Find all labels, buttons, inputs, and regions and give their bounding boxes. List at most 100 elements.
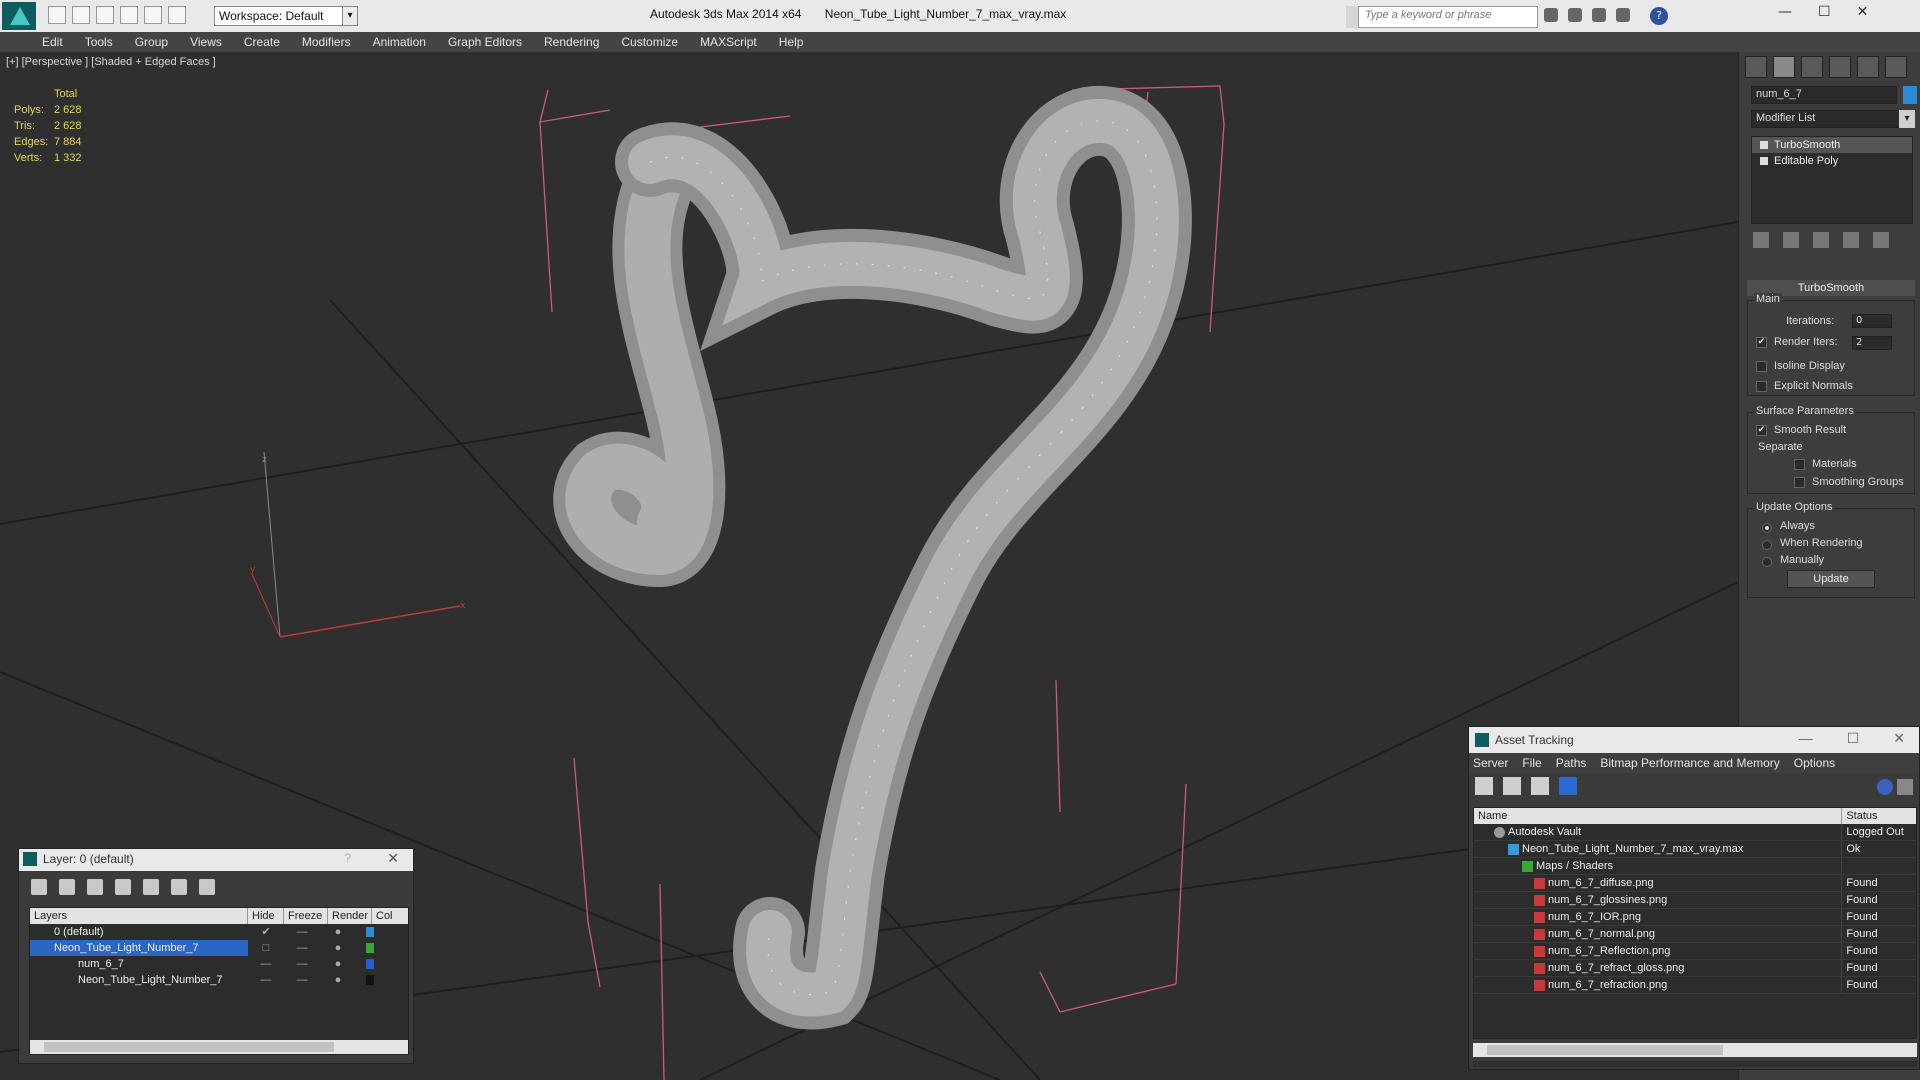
binoculars-icon[interactable] [1544,8,1558,22]
asset-row[interactable]: Autodesk Vault Logged Out [1474,824,1916,841]
menu-rendering[interactable]: Rendering [544,35,599,49]
layer-color-swatch[interactable] [366,959,374,969]
hide-toggle-icon[interactable]: — [248,972,284,988]
update-button[interactable]: Update [1787,570,1875,588]
menu-maxscript[interactable]: MAXScript [700,35,757,49]
save-file-icon[interactable] [96,6,114,24]
star-icon[interactable] [1616,8,1630,22]
asset-row[interactable]: num_6_7_diffuse.png Found [1474,875,1916,892]
menu-tools[interactable]: Tools [85,35,113,49]
render-toggle-icon[interactable]: ● [320,940,356,956]
menu-help[interactable]: Help [779,35,804,49]
col-freeze[interactable]: Freeze [284,908,328,924]
tree-view-icon[interactable] [1531,777,1549,795]
hide-toggle-icon[interactable]: □ [248,940,284,956]
menu-edit[interactable]: Edit [42,35,63,49]
explicit-normals-checkbox[interactable] [1756,381,1767,392]
help-icon[interactable]: ? [344,851,351,865]
refresh-icon[interactable] [1475,777,1493,795]
communication-icon[interactable] [1592,8,1606,22]
asset-row[interactable]: Maps / Shaders [1474,858,1916,875]
add-to-layer-icon[interactable] [87,879,103,895]
freeze-toggle-icon[interactable]: — [284,972,320,988]
col-layers[interactable]: Layers [30,908,248,924]
maximize-icon[interactable]: ☐ [1847,730,1860,747]
menu-views[interactable]: Views [190,35,222,49]
layer-row[interactable]: Neon_Tube_Light_Number_7 □ — ● [30,940,408,956]
project-folder-icon[interactable] [168,6,186,24]
delete-layer-icon[interactable] [59,879,75,895]
help-icon[interactable]: ? [1650,7,1668,25]
manually-radio[interactable] [1762,557,1772,567]
freeze-toggle-icon[interactable]: — [284,924,320,940]
freeze-all-icon[interactable] [199,879,215,895]
hierarchy-tab-icon[interactable] [1801,56,1823,78]
table-view-icon[interactable] [1559,777,1577,795]
workspace-dropdown[interactable]: Workspace: Default [214,6,358,26]
layer-row[interactable]: Neon_Tube_Light_Number_7 — — ● [30,972,408,988]
iterations-spinner[interactable]: 0 [1852,314,1892,328]
freeze-toggle-icon[interactable]: — [284,956,320,972]
asset-window-titlebar[interactable]: Asset Tracking — ☐ ✕ [1469,727,1919,753]
col-status[interactable]: Status [1842,808,1916,824]
always-radio[interactable] [1762,523,1772,533]
menu-paths[interactable]: Paths [1556,753,1587,773]
asset-row[interactable]: num_6_7_refraction.png Found [1474,977,1916,994]
highlight-icon[interactable] [1897,779,1913,795]
menu-modifiers[interactable]: Modifiers [302,35,351,49]
app-logo-icon[interactable] [2,2,36,30]
render-toggle-icon[interactable]: ● [320,956,356,972]
col-render[interactable]: Render [328,908,372,924]
chevron-down-icon[interactable]: ▾ [1899,110,1915,128]
materials-checkbox[interactable] [1794,459,1805,470]
select-in-layer-icon[interactable] [115,879,131,895]
horizontal-scrollbar[interactable] [1473,1043,1917,1057]
pin-stack-icon[interactable] [1753,232,1769,248]
asset-row[interactable]: num_6_7_IOR.png Found [1474,909,1916,926]
neon-tube-number-7[interactable] [553,86,1192,1030]
remove-modifier-icon[interactable] [1843,232,1859,248]
utilities-tab-icon[interactable] [1885,56,1907,78]
menu-bitmap-performance[interactable]: Bitmap Performance and Memory [1600,753,1779,773]
object-color-swatch[interactable] [1903,86,1917,104]
motion-tab-icon[interactable] [1829,56,1851,78]
render-iters-checkbox[interactable]: ✔ [1756,337,1767,348]
layer-color-swatch[interactable] [366,927,374,937]
viewport-label[interactable]: [+] [Perspective ] [Shaded + Edged Faces… [6,56,216,68]
asset-row[interactable]: num_6_7_normal.png Found [1474,926,1916,943]
make-unique-icon[interactable] [1813,232,1829,248]
list-view-icon[interactable] [1503,777,1521,795]
menu-animation[interactable]: Animation [373,35,426,49]
redo-icon[interactable] [144,6,162,24]
layer-color-swatch[interactable] [366,943,374,953]
maximize-icon[interactable]: ☐ [1818,4,1831,20]
new-layer-icon[interactable] [31,879,47,895]
undo-icon[interactable] [120,6,138,24]
new-file-icon[interactable] [48,6,66,24]
layer-name[interactable]: num_6_7 [30,956,248,972]
stack-item-turbosmooth[interactable]: TurboSmooth [1752,137,1912,153]
key-icon[interactable] [1568,8,1582,22]
asset-row[interactable]: num_6_7_Reflection.png Found [1474,943,1916,960]
chevron-down-icon[interactable]: ▾ [342,6,358,26]
render-iters-spinner[interactable]: 2 [1852,336,1892,350]
isoline-checkbox[interactable] [1756,361,1767,372]
close-icon[interactable]: ✕ [1893,730,1905,747]
close-icon[interactable]: ✕ [1857,4,1869,20]
menu-create[interactable]: Create [244,35,280,49]
layer-color-swatch[interactable] [366,975,374,985]
menu-server[interactable]: Server [1473,753,1508,773]
layer-name[interactable]: Neon_Tube_Light_Number_7 [30,972,248,988]
lightbulb-icon[interactable] [1760,141,1768,149]
render-toggle-icon[interactable]: ● [320,924,356,940]
modifier-list-dropdown[interactable]: Modifier List [1751,110,1913,128]
create-tab-icon[interactable] [1745,56,1767,78]
select-layer-icon[interactable] [143,879,159,895]
scrollbar-thumb[interactable] [44,1042,334,1052]
horizontal-scrollbar[interactable] [30,1040,408,1054]
menu-options[interactable]: Options [1794,753,1835,773]
when-rendering-radio[interactable] [1762,540,1772,550]
render-toggle-icon[interactable]: ● [320,972,356,988]
asset-row[interactable]: Neon_Tube_Light_Number_7_max_vray.max Ok [1474,841,1916,858]
object-name-input[interactable]: num_6_7 [1751,86,1897,104]
